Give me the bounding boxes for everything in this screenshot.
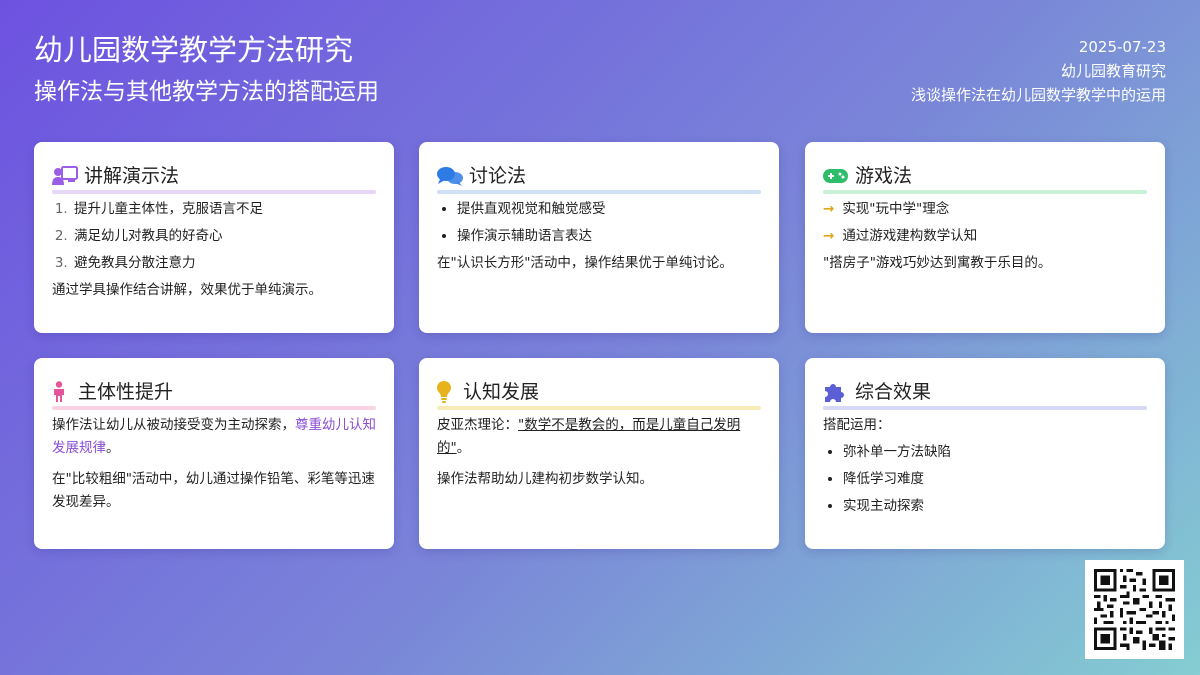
title-underline: [52, 190, 376, 194]
arrow-right-icon: →: [823, 201, 835, 217]
qr-code-image: [1094, 569, 1175, 650]
topic-label: 浅谈操作法在幼儿园数学教学中的运用: [910, 86, 1166, 104]
gamepad-icon: [823, 165, 849, 187]
title-underline: [437, 406, 761, 410]
list-item: 提供直观视觉和触觉感受: [457, 198, 761, 221]
page-subtitle: 操作法与其他教学方法的搭配运用: [34, 79, 379, 105]
list-item: 提升儿童主体性，克服语言不足: [72, 198, 376, 221]
title-underline: [823, 190, 1147, 194]
card-title: 综合效果: [855, 381, 932, 403]
effect-list: 弥补单一方法缺陷 降低学习难度 实现主动探索: [823, 441, 1147, 518]
card-header: 综合效果: [823, 378, 1147, 410]
list-item: 弥补单一方法缺陷: [843, 441, 1147, 464]
list-item: 降低学习难度: [843, 468, 1147, 491]
puzzle-icon: [823, 381, 849, 403]
title-underline: [823, 406, 1147, 410]
card-title: 认知发展: [463, 381, 540, 403]
card-header: 游戏法: [823, 162, 1147, 194]
card-intro: 搭配运用：: [823, 417, 891, 433]
card-game: 游戏法 → 实现"玩中学"理念 → 通过游戏建构数学认知 "搭房子"游戏巧妙达到寓教…: [805, 142, 1165, 333]
card-note: 通过学具操作结合讲解，效果优于单纯演示。: [52, 282, 322, 298]
list-item: 满足幼儿对教具的好奇心: [72, 225, 376, 248]
card-header: 主体性提升: [52, 378, 376, 410]
arrow-right-icon: →: [823, 228, 835, 244]
card-title: 讨论法: [469, 165, 527, 187]
discussion-list: 提供直观视觉和触觉感受 操作演示辅助语言表达: [437, 198, 761, 248]
lecture-list: 提升儿童主体性，克服语言不足 满足幼儿对教具的好奇心 避免教具分散注意力: [52, 198, 376, 275]
list-item: → 实现"玩中学"理念: [823, 201, 950, 217]
card-note: 在"比较粗细"活动中，幼儿通过操作铅笔、彩笔等迅速发现差异。: [52, 471, 375, 510]
card-overall-effect: 综合效果 搭配运用： 弥补单一方法缺陷 降低学习难度 实现主动探索: [805, 358, 1165, 549]
card-subjectivity: 主体性提升 操作法让幼儿从被动接受变为主动探索，尊重幼儿认知发展规律。 在"比较…: [34, 358, 394, 549]
qr-code: [1085, 560, 1184, 659]
card-header: 讨论法: [437, 162, 761, 194]
page-title: 幼儿园数学教学方法研究: [34, 33, 354, 67]
title-underline: [52, 406, 376, 410]
card-note: 操作法帮助幼儿建构初步数学认知。: [437, 471, 653, 487]
card-body: 皮亚杰理论："数学不是教会的，而是儿童自己发明的"。: [437, 417, 741, 456]
header-left: 幼儿园数学教学方法研究 操作法与其他教学方法的搭配运用: [34, 30, 379, 110]
game-list: → 实现"玩中学"理念 → 通过游戏建构数学认知: [823, 198, 1147, 248]
card-title: 游戏法: [855, 165, 913, 187]
card-note: "搭房子"游戏巧妙达到寓教于乐目的。: [823, 255, 1052, 271]
card-header: 认知发展: [437, 378, 761, 410]
card-header: 讲解演示法: [52, 162, 376, 194]
list-item: 操作演示辅助语言表达: [457, 225, 761, 248]
date-label: 2025-07-23: [1078, 38, 1166, 56]
list-item: 避免教具分散注意力: [72, 252, 376, 275]
lightbulb-icon: [437, 381, 457, 403]
child-icon: [52, 381, 72, 403]
org-label: 幼儿园教育研究: [1060, 62, 1166, 80]
card-lecture-demo: 讲解演示法 提升儿童主体性，克服语言不足 满足幼儿对教具的好奇心 避免教具分散注…: [34, 142, 394, 333]
chat-icon: [437, 165, 463, 187]
card-title: 讲解演示法: [84, 165, 180, 187]
card-title: 主体性提升: [78, 381, 174, 403]
card-body: 操作法让幼儿从被动接受变为主动探索，尊重幼儿认知发展规律。: [52, 417, 376, 456]
teacher-icon: [52, 165, 78, 187]
card-discussion: 讨论法 提供直观视觉和触觉感受 操作演示辅助语言表达 在"认识长方形"活动中，操…: [419, 142, 779, 333]
list-item: 实现主动探索: [843, 495, 1147, 518]
card-note: 在"认识长方形"活动中，操作结果优于单纯讨论。: [437, 255, 733, 271]
card-cognition: 认知发展 皮亚杰理论："数学不是教会的，而是儿童自己发明的"。 操作法帮助幼儿建…: [419, 358, 779, 549]
list-item: → 通过游戏建构数学认知: [823, 228, 978, 244]
title-underline: [437, 190, 761, 194]
header-meta: 2025-07-23 幼儿园教育研究 浅谈操作法在幼儿园数学教学中的运用: [911, 35, 1166, 107]
